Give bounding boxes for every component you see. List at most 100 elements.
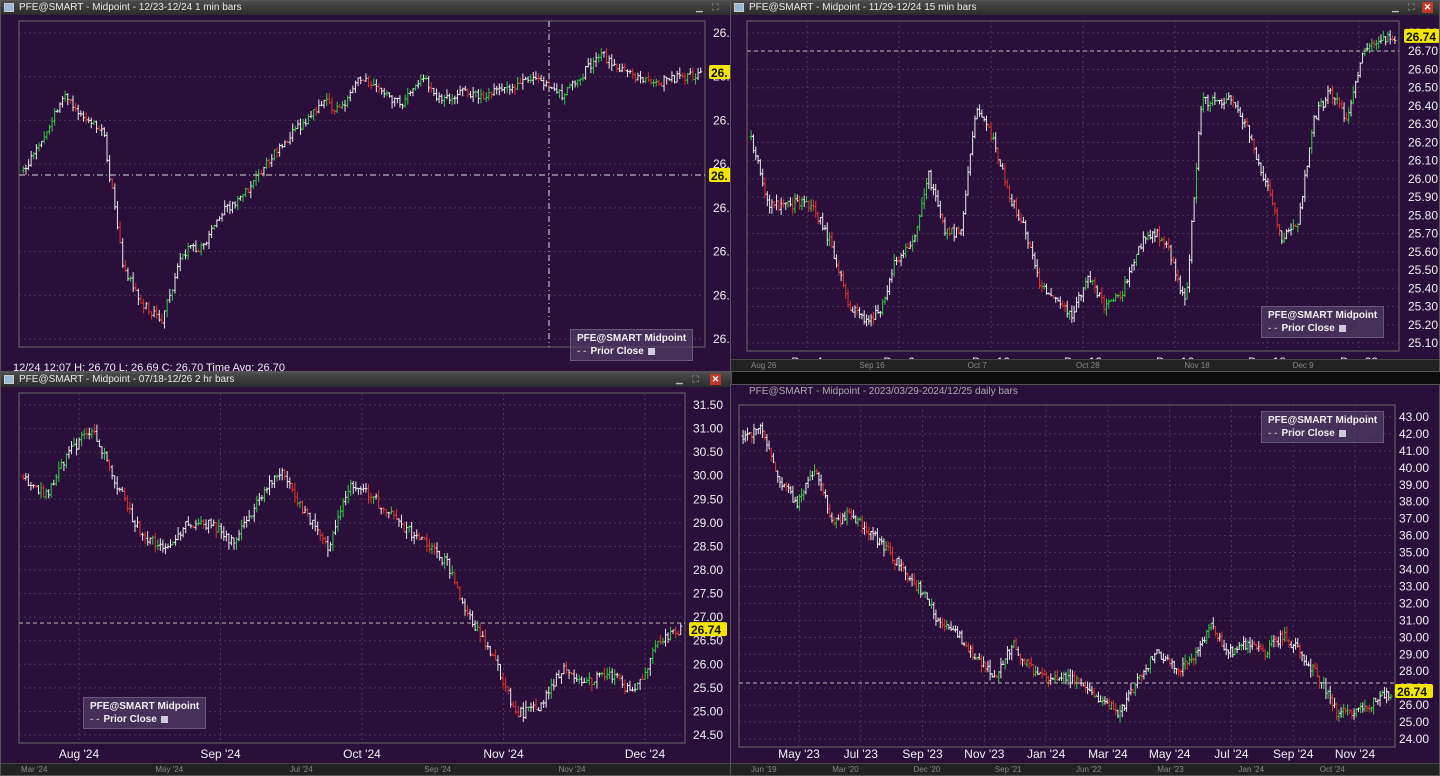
plot-area: [746, 20, 1400, 352]
y-tick-label: 24.00: [1399, 732, 1429, 746]
legend-series-label: PFE@SMART Midpoint: [1268, 415, 1378, 426]
y-tick-label: 29.50: [693, 492, 723, 506]
nav-date-label: Sep '24: [424, 765, 452, 774]
chart-legend[interactable]: PFE@SMART Midpoint - - Prior Close: [1261, 411, 1385, 443]
plot-area: [18, 20, 706, 348]
x-tick-label: Sep '24: [200, 747, 241, 761]
legend-prior-close-row: - - Prior Close: [1268, 427, 1377, 440]
y-tick-label: 30.50: [693, 445, 723, 459]
navigation-scrollbar[interactable]: Jun '19 Mar '20 Dec '20 Sep '21 Jun '22 Mar '…: [731, 763, 1439, 775]
legend-prior-close-row: - - Prior Close: [90, 713, 199, 726]
y-tick-label: 43.00: [1399, 410, 1429, 424]
crosshair-price-label: 26.: [711, 169, 728, 183]
chart-window-2hr[interactable]: PFE@SMART - Midpoint - 07/18-12/26 2 hr …: [0, 372, 732, 776]
checkbox-icon[interactable]: [1338, 429, 1346, 437]
price-chart[interactable]: 26.26.26.26.26.26.26.26.26.26.: [1, 1, 732, 372]
legend-prior-close-label: Prior Close: [1281, 428, 1335, 439]
nav-date-label: May '24: [155, 765, 184, 774]
checkbox-icon[interactable]: [647, 347, 655, 355]
y-tick-label: 26.: [713, 245, 730, 259]
x-tick-label: Aug '24: [59, 747, 100, 761]
legend-series-label: PFE@SMART Midpoint: [90, 701, 200, 712]
y-tick-label: 29.00: [1399, 647, 1429, 661]
x-tick-label: Sep '24: [1273, 747, 1314, 761]
y-tick-label: 31.50: [693, 398, 723, 412]
y-tick-label: 25.20: [1408, 318, 1438, 332]
chart-window-1min[interactable]: PFE@SMART - Midpoint - 12/23-12/24 1 min…: [0, 0, 732, 372]
price-chart[interactable]: 43.00 42.00 41.00 40.00 39.00 38.00 37.00 36.00…: [731, 385, 1440, 776]
chart-window-daily[interactable]: PFE@SMART - Midpoint - 2023/03/29-2024/1…: [730, 384, 1440, 776]
navigation-scrollbar[interactable]: Mar '24 May '24 Jul '24 Sep '24 Nov '24: [1, 763, 731, 775]
y-tick-label: 34.00: [1399, 563, 1429, 577]
nav-date-label: Oct 28: [1076, 361, 1100, 370]
y-tick-label: 26.: [713, 113, 730, 127]
legend-prior-close-row: - - Prior Close: [1268, 322, 1377, 335]
nav-date-label: Jul '24: [289, 765, 313, 774]
nav-date-label: Sep '21: [994, 765, 1022, 774]
nav-date-label: Mar '20: [832, 765, 859, 774]
status-readout: 12/24 12:07 H: 26.70 L: 26.69 C: 26.70 T…: [13, 362, 285, 372]
y-tick-label: 26.40: [1408, 99, 1438, 113]
last-price-label: 26.74: [691, 623, 721, 637]
nav-date-label: Nov 18: [1184, 361, 1210, 370]
nav-date-label: Mar '24: [21, 765, 48, 774]
legend-prior-close-label: Prior Close: [1281, 323, 1335, 334]
y-tick-label: 25.80: [1408, 208, 1438, 222]
chart-legend[interactable]: PFE@SMART Midpoint - - Prior Close: [83, 697, 207, 729]
y-tick-label: 42.00: [1399, 427, 1429, 441]
y-tick-label: 39.00: [1399, 478, 1429, 492]
y-tick-label: 27.00: [693, 610, 723, 624]
y-tick-label: 30.00: [1399, 630, 1429, 644]
legend-prior-close-label: Prior Close: [103, 714, 157, 725]
nav-date-label: Jan '24: [1238, 765, 1265, 774]
nav-date-label: Aug 26: [751, 361, 777, 370]
last-price-label: 26.: [711, 66, 728, 80]
y-tick-label: 28.00: [1399, 664, 1429, 678]
plot-area: [18, 392, 686, 744]
nav-date-label: Nov '24: [558, 765, 586, 774]
chart-window-15min[interactable]: PFE@SMART - Midpoint - 11/29-12/24 15 mi…: [730, 0, 1440, 372]
x-tick-label: Jul '23: [844, 747, 879, 761]
x-tick-label: May '24: [1149, 747, 1191, 761]
y-tick-label: 25.50: [1408, 263, 1438, 277]
x-tick-label: Jan '24: [1027, 747, 1066, 761]
x-tick-label: Mar '24: [1088, 747, 1128, 761]
y-tick-label: 29.00: [693, 516, 723, 530]
legend-series-label: PFE@SMART Midpoint: [1268, 310, 1378, 321]
y-tick-label: 25.10: [1408, 336, 1438, 350]
y-tick-label: 30.00: [693, 469, 723, 483]
x-tick-label: Sep '23: [902, 747, 943, 761]
y-tick-label: 27.50: [693, 587, 723, 601]
y-tick-label: 26.00: [693, 657, 723, 671]
nav-date-label: Oct '24: [1319, 765, 1345, 774]
navigation-scrollbar[interactable]: Aug 26 Sep 16 Oct 7 Oct 28 Nov 18 Dec 9: [731, 359, 1439, 371]
x-tick-label: Nov '24: [483, 747, 524, 761]
nav-date-label: Dec '20: [913, 765, 941, 774]
last-price-label: 26.74: [1397, 685, 1427, 699]
y-tick-label: 25.60: [1408, 245, 1438, 259]
y-tick-label: 31.00: [1399, 613, 1429, 627]
chart-legend[interactable]: PFE@SMART Midpoint - - Prior Close: [1261, 306, 1385, 338]
y-tick-label: 25.90: [1408, 190, 1438, 204]
y-tick-label: 31.00: [693, 422, 723, 436]
y-tick-label: 26.20: [1408, 135, 1438, 149]
chart-legend[interactable]: PFE@SMART Midpoint - - Prior Close: [570, 329, 694, 361]
checkbox-icon[interactable]: [1338, 324, 1346, 332]
y-tick-label: 33.00: [1399, 579, 1429, 593]
y-tick-label: 28.50: [693, 539, 723, 553]
y-tick-label: 25.50: [693, 681, 723, 695]
y-tick-label: 41.00: [1399, 444, 1429, 458]
y-tick-label: 26.: [713, 288, 730, 302]
x-tick-label: Oct '24: [343, 747, 381, 761]
y-tick-label: 40.00: [1399, 461, 1429, 475]
checkbox-icon[interactable]: [160, 715, 168, 723]
y-tick-label: 28.00: [693, 563, 723, 577]
y-tick-label: 37.00: [1399, 512, 1429, 526]
y-tick-label: 26.00: [1399, 698, 1429, 712]
y-tick-label: 38.00: [1399, 495, 1429, 509]
y-tick-label: 36.00: [1399, 529, 1429, 543]
y-tick-label: 26.: [713, 26, 730, 40]
nav-date-label: Dec 9: [1292, 361, 1314, 370]
y-tick-label: 35.00: [1399, 546, 1429, 560]
last-price-label: 26.74: [1406, 30, 1436, 44]
